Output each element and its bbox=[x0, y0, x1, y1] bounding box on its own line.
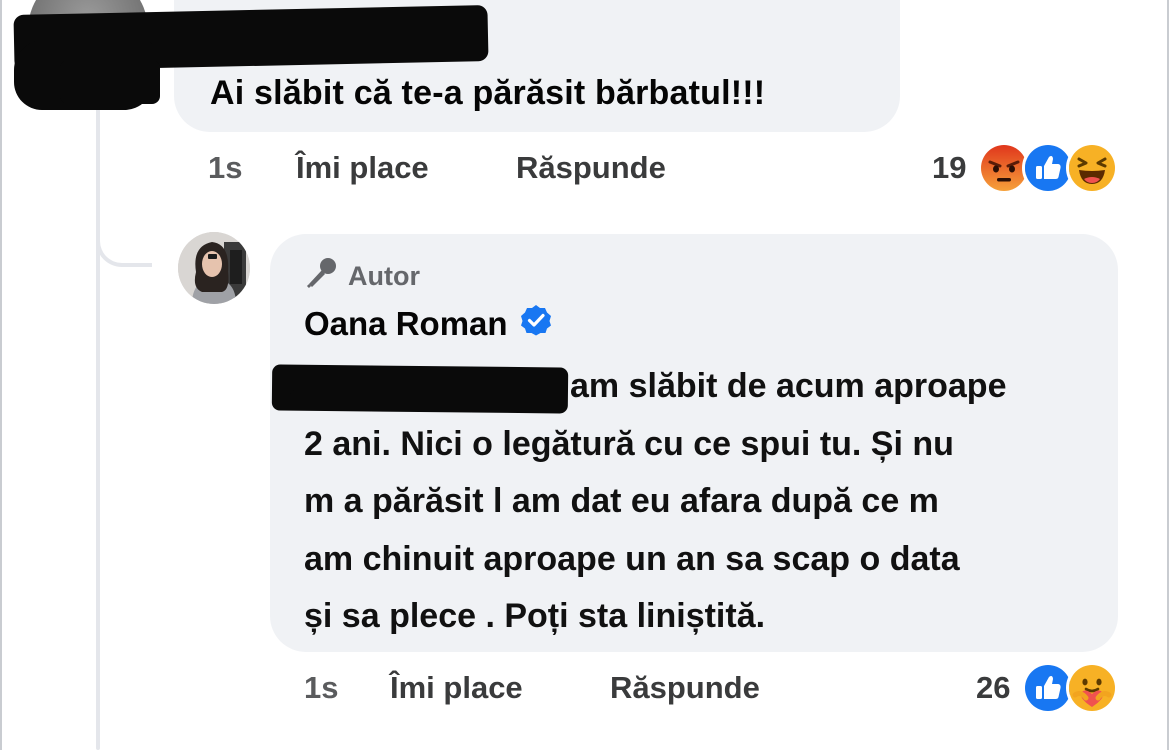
like-button[interactable]: Îmi place bbox=[296, 150, 516, 186]
like-button[interactable]: Îmi place bbox=[390, 670, 610, 706]
author-badge: Autor bbox=[304, 256, 420, 297]
reply-text-line: m a părăsit l am dat eu afara după ce m bbox=[304, 482, 939, 521]
reply-actions: 1s Îmi place Răspunde bbox=[304, 670, 760, 706]
author-badge-label: Autor bbox=[348, 261, 420, 291]
left-edge-divider bbox=[0, 0, 2, 750]
reply-text-line: am chinuit aproape un an sa scap o data bbox=[304, 539, 960, 578]
redaction-mark bbox=[60, 60, 160, 104]
care-reaction-icon bbox=[1066, 662, 1119, 714]
haha-reaction-icon bbox=[1066, 142, 1119, 194]
reply-author: Oana Roman bbox=[304, 304, 552, 344]
redaction-mark bbox=[290, 390, 530, 410]
reaction-count[interactable]: 19 bbox=[932, 150, 966, 186]
microphone-icon bbox=[304, 256, 338, 297]
comment-thread: Ai slăbit că te-a părăsit bărbatul!!! 1s… bbox=[0, 0, 1169, 750]
reaction-summary[interactable]: 26 bbox=[976, 662, 1119, 714]
author-avatar[interactable] bbox=[178, 232, 250, 304]
verified-badge-icon bbox=[520, 304, 552, 344]
comment-text: Ai slăbit că te-a părăsit bărbatul!!! bbox=[210, 74, 766, 112]
author-name-link[interactable]: Oana Roman bbox=[304, 305, 508, 343]
reply-text-line: 2 ani. Nici o legătură cu ce spui tu. Și… bbox=[304, 424, 954, 463]
reaction-summary[interactable]: 19 bbox=[932, 142, 1119, 194]
thread-line bbox=[96, 100, 100, 750]
reply-button[interactable]: Răspunde bbox=[610, 670, 760, 706]
reply-button[interactable]: Răspunde bbox=[516, 150, 666, 186]
reaction-count[interactable]: 26 bbox=[976, 670, 1010, 706]
reply-text-line: și sa plece . Poți sta liniștită. bbox=[304, 597, 766, 636]
comment-actions: 1s Îmi place Răspunde bbox=[208, 150, 666, 186]
reply-timestamp[interactable]: 1s bbox=[304, 670, 390, 706]
comment-timestamp[interactable]: 1s bbox=[208, 150, 296, 186]
thread-line-branch bbox=[96, 215, 152, 267]
